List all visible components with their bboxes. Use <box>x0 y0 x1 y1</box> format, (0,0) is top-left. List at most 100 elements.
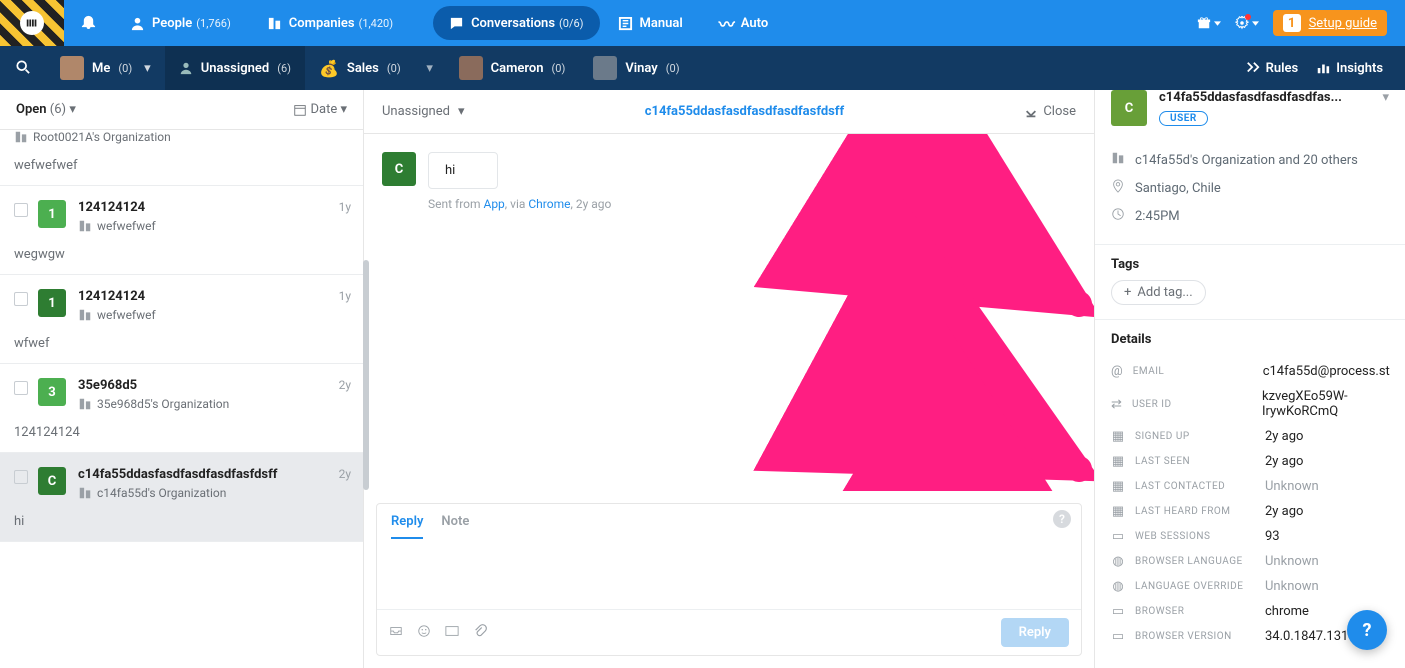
detail-value[interactable]: c14fa55d@process.st <box>1263 364 1390 379</box>
user-type-badge: USER <box>1159 111 1208 126</box>
nav-manual-label: Manual <box>640 16 683 31</box>
select-checkbox[interactable] <box>14 203 28 217</box>
user-menu-chevron[interactable]: ▾ <box>1382 90 1389 105</box>
inbox-icon[interactable] <box>389 624 403 642</box>
notifications-icon[interactable] <box>64 13 112 34</box>
search-icon[interactable] <box>0 59 46 78</box>
gif-icon[interactable] <box>445 624 459 642</box>
open-filter[interactable]: Open (6) ▾ <box>16 102 76 117</box>
select-checkbox[interactable] <box>14 381 28 395</box>
detail-value: chrome <box>1265 604 1309 619</box>
message-bubble: hi <box>428 152 498 189</box>
conv-preview: wegwgw <box>14 247 349 262</box>
inbox-me[interactable]: Me (0) ▾ <box>46 46 165 90</box>
detail-value: 2y ago <box>1265 504 1303 519</box>
message-meta: Sent from App, via Chrome, 2y ago <box>428 197 1076 211</box>
select-checkbox[interactable] <box>14 470 28 484</box>
calendar-icon: ▦ <box>1111 454 1125 469</box>
meta-app-link[interactable]: App <box>483 197 504 211</box>
globe-icon: ◍ <box>1111 579 1125 594</box>
inbox-vinay[interactable]: Vinay (0) <box>579 46 693 90</box>
inbox-unassigned-count: (6) <box>277 62 291 75</box>
nav-people[interactable]: People (1,766) <box>112 0 249 46</box>
annotation-arrow <box>924 414 1094 491</box>
detail-label: LAST CONTACTED <box>1135 481 1255 492</box>
detail-value: Unknown <box>1265 579 1319 594</box>
detail-value: 34.0.1847.131 <box>1265 629 1348 644</box>
rules-link[interactable]: Rules <box>1246 61 1299 76</box>
thread-title[interactable]: c14fa55ddasfasdfasdfasdfasfdsff <box>645 104 844 119</box>
detail-label: LAST HEARD FROM <box>1135 506 1255 517</box>
conv-badge: 3 <box>38 378 66 406</box>
inbox-sales[interactable]: 💰 Sales (0) <box>305 46 415 90</box>
conv-name: 35e968d5 <box>78 378 349 393</box>
select-checkbox[interactable] <box>14 292 28 306</box>
close-button[interactable]: Close <box>1024 104 1076 119</box>
insights-label: Insights <box>1336 61 1383 76</box>
compose-textarea[interactable] <box>377 539 1081 609</box>
add-tag-button[interactable]: + Add tag... <box>1111 280 1206 305</box>
conv-name: 124124124 <box>78 289 349 304</box>
nav-companies-count: (1,420) <box>359 17 394 30</box>
nav-conversations[interactable]: Conversations (0/6) <box>433 6 599 40</box>
nav-auto[interactable]: 〰 Auto <box>701 0 786 46</box>
setup-label: Setup guide <box>1309 16 1377 31</box>
nav-companies[interactable]: Companies (1,420) <box>249 0 411 46</box>
logo-icon <box>20 11 44 35</box>
inbox-cameron-count: (0) <box>552 62 566 75</box>
conv-preview: wfwef <box>14 336 349 351</box>
attachment-icon[interactable] <box>473 624 487 642</box>
inbox-cameron[interactable]: Cameron (0) <box>445 46 580 90</box>
app-logo[interactable] <box>0 0 64 46</box>
settings-icon[interactable] <box>1235 16 1259 30</box>
inbox-unassigned[interactable]: Unassigned (6) <box>165 46 305 90</box>
shuffle-icon: ⇄ <box>1111 397 1122 412</box>
conversation-item[interactable]: 1y 1 124124124 wefwefwef wfwef <box>0 275 363 364</box>
user-location: Santiago, Chile <box>1135 181 1221 196</box>
conv-time: 2y <box>339 378 351 392</box>
inbox-cameron-label: Cameron <box>491 61 544 76</box>
inbox-me-count: (0) <box>118 62 132 75</box>
avatar-cameron <box>459 56 483 80</box>
inbox-sales-label: Sales <box>347 61 379 76</box>
insights-link[interactable]: Insights <box>1316 61 1383 76</box>
conversation-item[interactable]: 1y 1 124124124 wefwefwef wegwgw <box>0 186 363 275</box>
emoji-icon[interactable] <box>417 624 431 642</box>
detail-label: BROWSER <box>1135 606 1255 617</box>
conversation-list: Open (6) ▾ Date ▾ Root0021A's Organizati… <box>0 90 364 668</box>
meta-browser-link[interactable]: Chrome <box>528 197 570 211</box>
setup-guide-button[interactable]: 1 Setup guide <box>1273 10 1387 36</box>
conversation-item[interactable]: 2y 3 35e968d5 35e968d5's Organization 12… <box>0 364 363 453</box>
moneybag-icon: 💰 <box>319 59 339 78</box>
calendar-icon: ▦ <box>1111 479 1125 494</box>
message-avatar: C <box>382 152 416 186</box>
user-name[interactable]: c14fa55ddasfasdfasdfasdfas... <box>1159 90 1376 105</box>
help-fab[interactable]: ? <box>1347 610 1387 650</box>
nav-auto-label: Auto <box>741 16 768 31</box>
detail-label: EMAIL <box>1133 366 1253 377</box>
inbox-me-label: Me <box>92 61 110 76</box>
conversation-thread: Unassigned ▾ c14fa55ddasfasdfasdfasdfasf… <box>364 90 1095 668</box>
present-icon[interactable] <box>1197 16 1221 30</box>
conversation-item[interactable]: 2y C c14fa55ddasfasdfasdfasdfasfdsff c14… <box>0 453 363 542</box>
detail-value: Unknown <box>1265 554 1319 569</box>
conv-name: c14fa55ddasfasdfasdfasdfasfdsff <box>78 467 349 482</box>
nav-conversations-label: Conversations <box>471 16 555 31</box>
sort-filter[interactable]: Date ▾ <box>293 102 347 117</box>
compose-tab-note[interactable]: Note <box>441 514 469 539</box>
conv-org: wefwefwef <box>97 308 156 322</box>
detail-label: WEB SESSIONS <box>1135 531 1255 542</box>
inbox-chevron[interactable]: ▾ <box>415 61 445 76</box>
compose-tab-reply[interactable]: Reply <box>391 514 423 539</box>
help-icon[interactable]: ? <box>1053 510 1071 528</box>
detail-label: LAST SEEN <box>1135 456 1255 467</box>
calendar-icon: ▦ <box>1111 504 1125 519</box>
nav-manual[interactable]: Manual <box>600 0 701 46</box>
reply-button[interactable]: Reply <box>1001 618 1069 647</box>
assignee-dropdown[interactable]: Unassigned ▾ <box>382 104 465 119</box>
list-header: Open (6) ▾ Date ▾ <box>0 90 363 130</box>
conversation-item[interactable]: Root0021A's Organization wefwefwef <box>0 130 363 186</box>
conv-badge: 1 <box>38 200 66 228</box>
sort-label: Date <box>310 102 337 117</box>
user-org[interactable]: c14fa55d's Organization and 20 others <box>1135 153 1358 168</box>
